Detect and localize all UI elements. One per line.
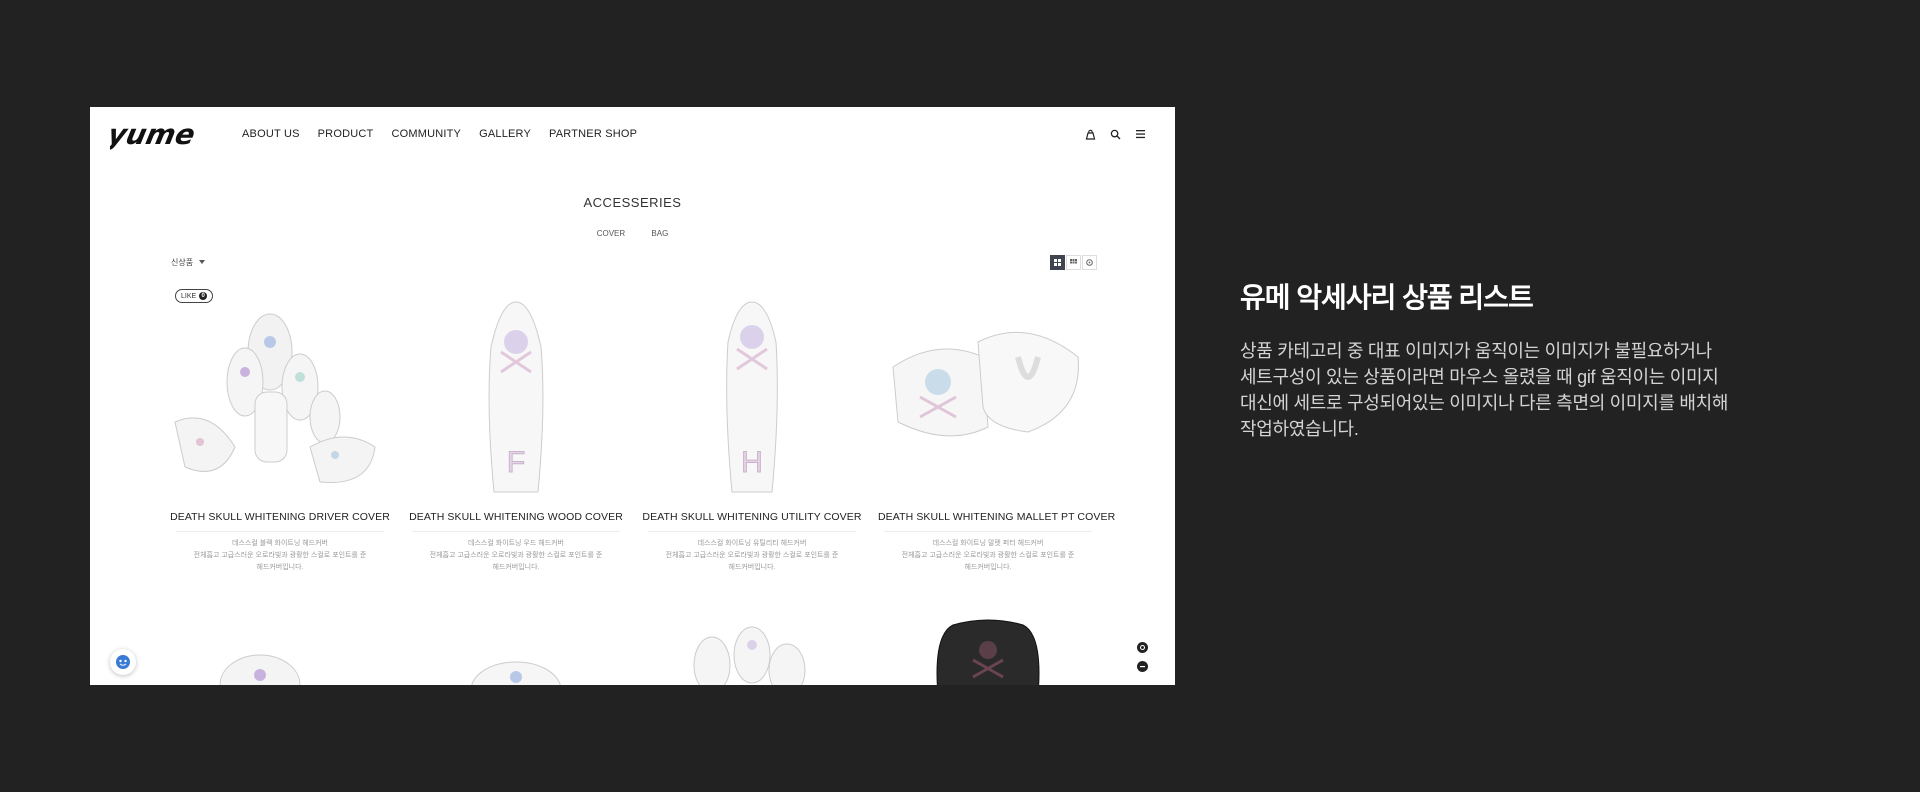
description-line: 세트구성이 있는 상품이라면 마우스 올렸을 때 gif 움직이는 이미지	[1240, 367, 1719, 387]
divider	[176, 531, 384, 532]
grid-large-icon[interactable]	[1050, 255, 1065, 270]
product-card[interactable]: DEATH SKULL WHITENING DRIVER COVER 데스스컬 …	[170, 297, 390, 574]
product-image-utility-cover[interactable]: H	[642, 297, 862, 497]
product-card[interactable]: H DEATH SKULL WHITENING UTILITY COVER 데스…	[642, 297, 862, 574]
desc-line: 헤드커버입니다.	[728, 564, 776, 571]
tab-bag[interactable]: BAG	[651, 229, 668, 238]
tab-cover[interactable]: COVER	[597, 229, 625, 238]
list-view-icon[interactable]	[1082, 255, 1097, 270]
minus-icon	[1140, 666, 1145, 668]
subcategory-tabs: COVER BAG	[90, 229, 1175, 238]
svg-text:F: F	[507, 446, 525, 479]
product-image-wood-cover[interactable]: F	[406, 297, 626, 497]
view-mode-toggle	[1050, 255, 1097, 270]
grid-small-icon[interactable]	[1066, 255, 1081, 270]
desc-line: 데스스컬 화이트닝 유틸리티 헤드커버	[697, 540, 807, 547]
svg-text:yume: yume	[110, 118, 198, 151]
desc-line: 전체흡고 고급스러운 오로라빛과 광활한 스컬로 포인트를 준	[193, 552, 367, 559]
desc-line: 데스스컬 화이트닝 우드 헤드커버	[468, 540, 564, 547]
cart-icon[interactable]	[1083, 127, 1097, 141]
product-name[interactable]: DEATH SKULL WHITENING WOOD COVER	[406, 511, 626, 523]
nav-product[interactable]: PRODUCT	[318, 128, 374, 140]
header-icons	[1083, 127, 1147, 141]
desc-line: 데스스컬 화이트닝 말렛 퍼터 헤드커버	[932, 540, 1044, 547]
product-image-driver-set[interactable]	[170, 297, 390, 497]
product-image-mallet-cover[interactable]	[878, 297, 1098, 497]
nav-about-us[interactable]: ABOUT US	[242, 128, 300, 140]
product-description: 데스스컬 화이트닝 유틸리티 헤드커버 전체흡고 고급스러운 오로라빛과 광활한…	[642, 538, 862, 574]
yume-logo[interactable]: yume	[105, 117, 215, 153]
divider	[884, 531, 1092, 532]
description-title: 유메 악세사리 상품 리스트	[1240, 282, 1534, 313]
website-screenshot: yume ABOUT US PRODUCT COMMUNITY GALLERY …	[90, 107, 1175, 685]
product-row-next	[170, 615, 1096, 685]
divider	[648, 531, 856, 532]
scroll-bottom-button[interactable]	[1137, 661, 1148, 672]
product-name[interactable]: DEATH SKULL WHITENING MALLET PT COVER	[878, 511, 1115, 523]
scroll-top-button[interactable]	[1137, 642, 1148, 653]
top-navigation: yume ABOUT US PRODUCT COMMUNITY GALLERY …	[90, 107, 1175, 167]
divider	[412, 531, 620, 532]
desc-line: 전체흡고 고급스러운 오로라빛과 광활한 스컬로 포인트를 준	[429, 552, 603, 559]
sort-value: 신상품	[171, 258, 194, 267]
description-line: 대신에 세트로 구성되어있는 이미지나 다른 측면의 이미지를 배치해	[1240, 393, 1729, 413]
desc-line: 전체흡고 고급스러운 오로라빛과 광활한 스컬로 포인트를 준	[665, 552, 839, 559]
product-name[interactable]: DEATH SKULL WHITENING UTILITY COVER	[642, 511, 862, 523]
description-line: 상품 카테고리 중 대표 이미지가 움직이는 이미지가 불필요하거나	[1240, 341, 1712, 361]
description-panel: 유메 악세사리 상품 리스트 상품 카테고리 중 대표 이미지가 움직이는 이미…	[1240, 276, 1800, 442]
desc-line: 헤드커버입니다.	[256, 564, 304, 571]
product-image-partial[interactable]	[170, 615, 390, 685]
chevron-down-icon	[199, 258, 206, 267]
chat-icon	[116, 655, 130, 669]
nav-community[interactable]: COMMUNITY	[391, 128, 461, 140]
nav-partner-shop[interactable]: PARTNER SHOP	[549, 128, 637, 140]
product-description: 데스스컬 화이트닝 말렛 퍼터 헤드커버 전체흡고 고급스러운 오로라빛과 광활…	[878, 538, 1098, 574]
product-card[interactable]: F DEATH SKULL WHITENING WOOD COVER 데스스컬 …	[406, 297, 626, 574]
hamburger-menu-icon[interactable]	[1133, 127, 1147, 141]
description-line: 작업하였습니다.	[1240, 419, 1359, 439]
product-grid: DEATH SKULL WHITENING DRIVER COVER 데스스컬 …	[170, 297, 1115, 574]
desc-line: 헤드커버입니다.	[492, 564, 540, 571]
main-menu: ABOUT US PRODUCT COMMUNITY GALLERY PARTN…	[242, 128, 637, 140]
desc-line: 헤드커버입니다.	[964, 564, 1012, 571]
product-description: 데스스컬 블랙 화이트닝 헤드커버 전체흡고 고급스러운 오로라빛과 광활한 스…	[170, 538, 390, 574]
description-body: 상품 카테고리 중 대표 이미지가 움직이는 이미지가 불필요하거나 세트구성이…	[1240, 338, 1800, 442]
product-card[interactable]: DEATH SKULL WHITENING MALLET PT COVER 데스…	[878, 297, 1115, 574]
search-icon[interactable]	[1108, 127, 1122, 141]
page-title: ACCESSERIES	[583, 195, 682, 210]
product-image-partial[interactable]	[406, 615, 626, 685]
svg-text:H: H	[741, 446, 763, 479]
circle-icon	[1140, 645, 1145, 650]
desc-line: 전체흡고 고급스러운 오로라빛과 광활한 스컬로 포인트를 준	[901, 552, 1075, 559]
sort-select[interactable]: 신상품	[171, 257, 206, 268]
desc-line: 데스스컬 블랙 화이트닝 헤드커버	[232, 540, 328, 547]
chatbot-button[interactable]	[110, 649, 136, 675]
product-image-partial[interactable]	[878, 615, 1098, 685]
product-image-partial[interactable]	[642, 615, 862, 685]
product-name[interactable]: DEATH SKULL WHITENING DRIVER COVER	[170, 511, 390, 523]
product-description: 데스스컬 화이트닝 우드 헤드커버 전체흡고 고급스러운 오로라빛과 광활한 스…	[406, 538, 626, 574]
nav-gallery[interactable]: GALLERY	[479, 128, 531, 140]
